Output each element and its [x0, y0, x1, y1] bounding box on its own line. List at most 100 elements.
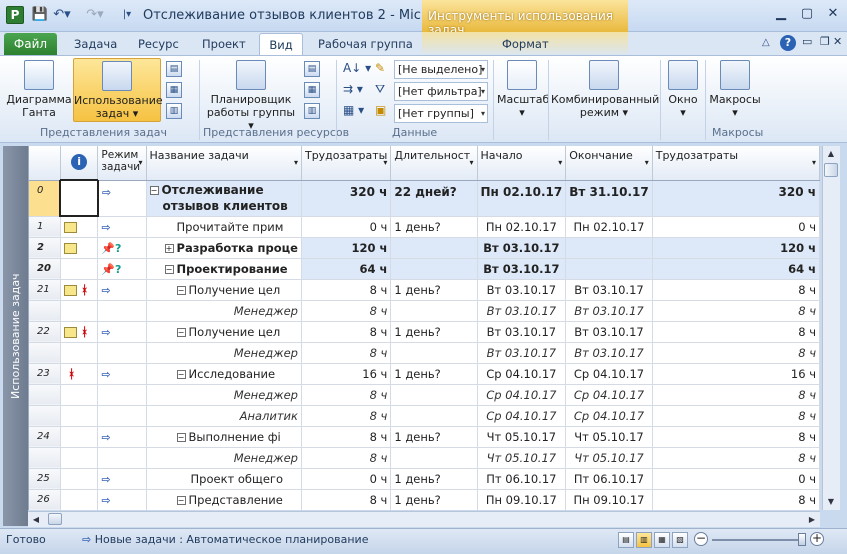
- zoom-button[interactable]: Масштаб ▾: [497, 58, 549, 119]
- table-row[interactable]: 24 ⇨ − Выполнение фі 8 ч 1 день? Чт 05.10…: [29, 426, 820, 448]
- close-icon[interactable]: ✕: [820, 4, 846, 24]
- work-cell[interactable]: 120 ч: [301, 237, 392, 259]
- filter-dropdown[interactable]: [Нет фильтра] ▾: [394, 82, 488, 101]
- start-cell[interactable]: Ср 04.10.17: [477, 384, 567, 406]
- collapse-icon[interactable]: −: [176, 327, 186, 337]
- table-row[interactable]: 23 ᚼ ⇨ − Исследование 16 ч 1 день? Ср 04.…: [29, 363, 820, 385]
- work-cell[interactable]: 0 ч: [301, 468, 392, 490]
- start-cell[interactable]: Пн 02.10.17: [477, 180, 567, 217]
- gantt-view-shortcut-icon[interactable]: ▤: [618, 532, 634, 548]
- minimize-icon[interactable]: ▁: [768, 4, 794, 24]
- note-icon[interactable]: [63, 284, 77, 296]
- minimize-ribbon-icon[interactable]: △: [762, 37, 770, 48]
- task-name-cell[interactable]: − Представление: [146, 489, 302, 510]
- duration-cell[interactable]: [390, 342, 478, 364]
- vertical-scrollbar[interactable]: ▲ ▼: [822, 146, 840, 510]
- note-icon[interactable]: [63, 242, 77, 254]
- work-cell[interactable]: 0 ч: [301, 216, 392, 238]
- zoom-slider-thumb[interactable]: [798, 533, 806, 546]
- duration-cell[interactable]: 1 день?: [390, 468, 478, 490]
- work-cell[interactable]: 8 ч: [301, 384, 392, 406]
- task-name-cell[interactable]: − Отслеживание отзывов клиентов: [146, 180, 302, 217]
- work-cell[interactable]: 8 ч: [301, 489, 392, 510]
- team-planner-shortcut-icon[interactable]: ▦: [654, 532, 670, 548]
- scroll-up-icon[interactable]: ▲: [823, 146, 839, 162]
- horizontal-scroll-thumb[interactable]: [48, 513, 62, 525]
- details-cell[interactable]: 8 ч: [652, 342, 820, 364]
- start-cell[interactable]: Вт 03.10.17: [477, 237, 567, 259]
- work-cell[interactable]: 8 ч: [301, 300, 392, 322]
- table-row-project-summary[interactable]: 0 ⇨ − Отслеживание отзывов клиентов 320 ч …: [29, 179, 820, 217]
- task-name-cell[interactable]: − Получение цел: [146, 279, 302, 301]
- task-name-cell[interactable]: − Получение цел: [146, 321, 302, 343]
- gantt-chart-button[interactable]: Диаграмма Ганта: [6, 58, 72, 119]
- resource-sheet-icon[interactable]: ▦: [304, 82, 320, 98]
- ribbon-minimize-icon[interactable]: ▭: [802, 35, 812, 48]
- start-cell[interactable]: Пн 09.10.17: [477, 489, 567, 510]
- resource-name-cell[interactable]: Менеджер: [146, 447, 302, 469]
- outline-icon[interactable]: ⇉ ▾: [343, 82, 363, 96]
- details-cell[interactable]: 8 ч: [652, 426, 820, 448]
- work-cell[interactable]: 8 ч: [301, 342, 392, 364]
- task-name-cell[interactable]: − Выполнение фі: [146, 426, 302, 448]
- team-planner-button[interactable]: Планировщик работы группы ▾: [205, 58, 297, 132]
- work-cell[interactable]: 8 ч: [301, 321, 392, 343]
- finish-cell[interactable]: Чт 05.10.17: [565, 426, 653, 448]
- new-tasks-mode[interactable]: ⇨ Новые задачи : Автоматическое планиров…: [82, 533, 368, 546]
- combined-view-button[interactable]: Комбинированный режим ▾: [551, 58, 659, 119]
- start-cell[interactable]: Вт 03.10.17: [477, 300, 567, 322]
- duration-cell[interactable]: [390, 258, 478, 280]
- table-row-summary[interactable]: 2 📌? + Разработка проце 120 ч Вт 03.10.17…: [29, 237, 820, 259]
- duration-cell[interactable]: 1 день?: [390, 279, 478, 301]
- task-name-dropdown-icon[interactable]: ▾: [294, 158, 298, 167]
- assignment-row[interactable]: Менеджер 8 ч Чт 05.10.17 Чт 05.10.17 8 ч: [29, 447, 820, 469]
- calendar-icon[interactable]: ▦: [166, 82, 182, 98]
- resource-name-cell[interactable]: Менеджер: [146, 300, 302, 322]
- assignment-row[interactable]: Аналитик 8 ч Ср 04.10.17 Ср 04.10.17 8 ч: [29, 405, 820, 427]
- details-cell[interactable]: 16 ч: [652, 363, 820, 385]
- duration-cell[interactable]: [390, 447, 478, 469]
- finish-cell[interactable]: Пн 09.10.17: [565, 489, 653, 510]
- details-cell[interactable]: 0 ч: [652, 468, 820, 490]
- duration-cell[interactable]: [390, 384, 478, 406]
- sort-icon[interactable]: A↓ ▾: [343, 61, 371, 75]
- resource-sheet-shortcut-icon[interactable]: ▧: [672, 532, 688, 548]
- work-cell[interactable]: 16 ч: [301, 363, 392, 385]
- tab-task[interactable]: Задача: [66, 33, 125, 56]
- tab-resource[interactable]: Ресурс: [130, 33, 187, 56]
- highlight-dropdown[interactable]: [Не выделено] ▾: [394, 60, 488, 79]
- tab-project[interactable]: Проект: [194, 33, 254, 56]
- task-name-cell[interactable]: + Разработка проце: [146, 237, 302, 259]
- zoom-in-icon[interactable]: +: [810, 532, 824, 546]
- tab-format[interactable]: Формат: [494, 33, 557, 56]
- start-cell[interactable]: Ср 04.10.17: [477, 363, 567, 385]
- group-dropdown[interactable]: [Нет группы] ▾: [394, 104, 488, 123]
- collapse-icon[interactable]: −: [176, 285, 186, 295]
- details-cell[interactable]: 8 ч: [652, 279, 820, 301]
- task-name-cell[interactable]: − Исследование: [146, 363, 302, 385]
- details-cell[interactable]: 320 ч: [652, 180, 820, 217]
- duration-cell[interactable]: 22 дней?: [390, 180, 478, 217]
- task-mode-header[interactable]: Режим задачи ▾: [97, 146, 147, 181]
- start-cell[interactable]: Чт 05.10.17: [477, 447, 567, 469]
- finish-dropdown-icon[interactable]: ▾: [645, 158, 649, 167]
- details-cell[interactable]: 8 ч: [652, 405, 820, 427]
- details-cell[interactable]: 8 ч: [652, 300, 820, 322]
- tables-icon[interactable]: ▦ ▾: [343, 103, 364, 117]
- ribbon-restore-icon[interactable]: ❐: [820, 35, 830, 48]
- select-all-corner[interactable]: [29, 146, 61, 181]
- collapse-icon[interactable]: −: [176, 432, 186, 442]
- table-row[interactable]: 1 ⇨ Прочитайте прим 0 ч 1 день? Пн 02.10…: [29, 216, 820, 238]
- work-cell[interactable]: 8 ч: [301, 447, 392, 469]
- work-cell[interactable]: 64 ч: [301, 258, 392, 280]
- task-usage-shortcut-icon[interactable]: ▥: [636, 532, 652, 548]
- save-icon[interactable]: 💾: [31, 6, 49, 24]
- start-header[interactable]: Начало ▾: [477, 146, 567, 181]
- macros-button[interactable]: Макросы ▾: [708, 58, 762, 119]
- horizontal-scrollbar[interactable]: ◀ ▶: [28, 511, 820, 527]
- duration-cell[interactable]: 1 день?: [390, 216, 478, 238]
- start-cell[interactable]: Вт 03.10.17: [477, 258, 567, 280]
- zoom-out-icon[interactable]: −: [694, 532, 708, 546]
- start-cell[interactable]: Вт 03.10.17: [477, 321, 567, 343]
- work-cell[interactable]: 8 ч: [301, 279, 392, 301]
